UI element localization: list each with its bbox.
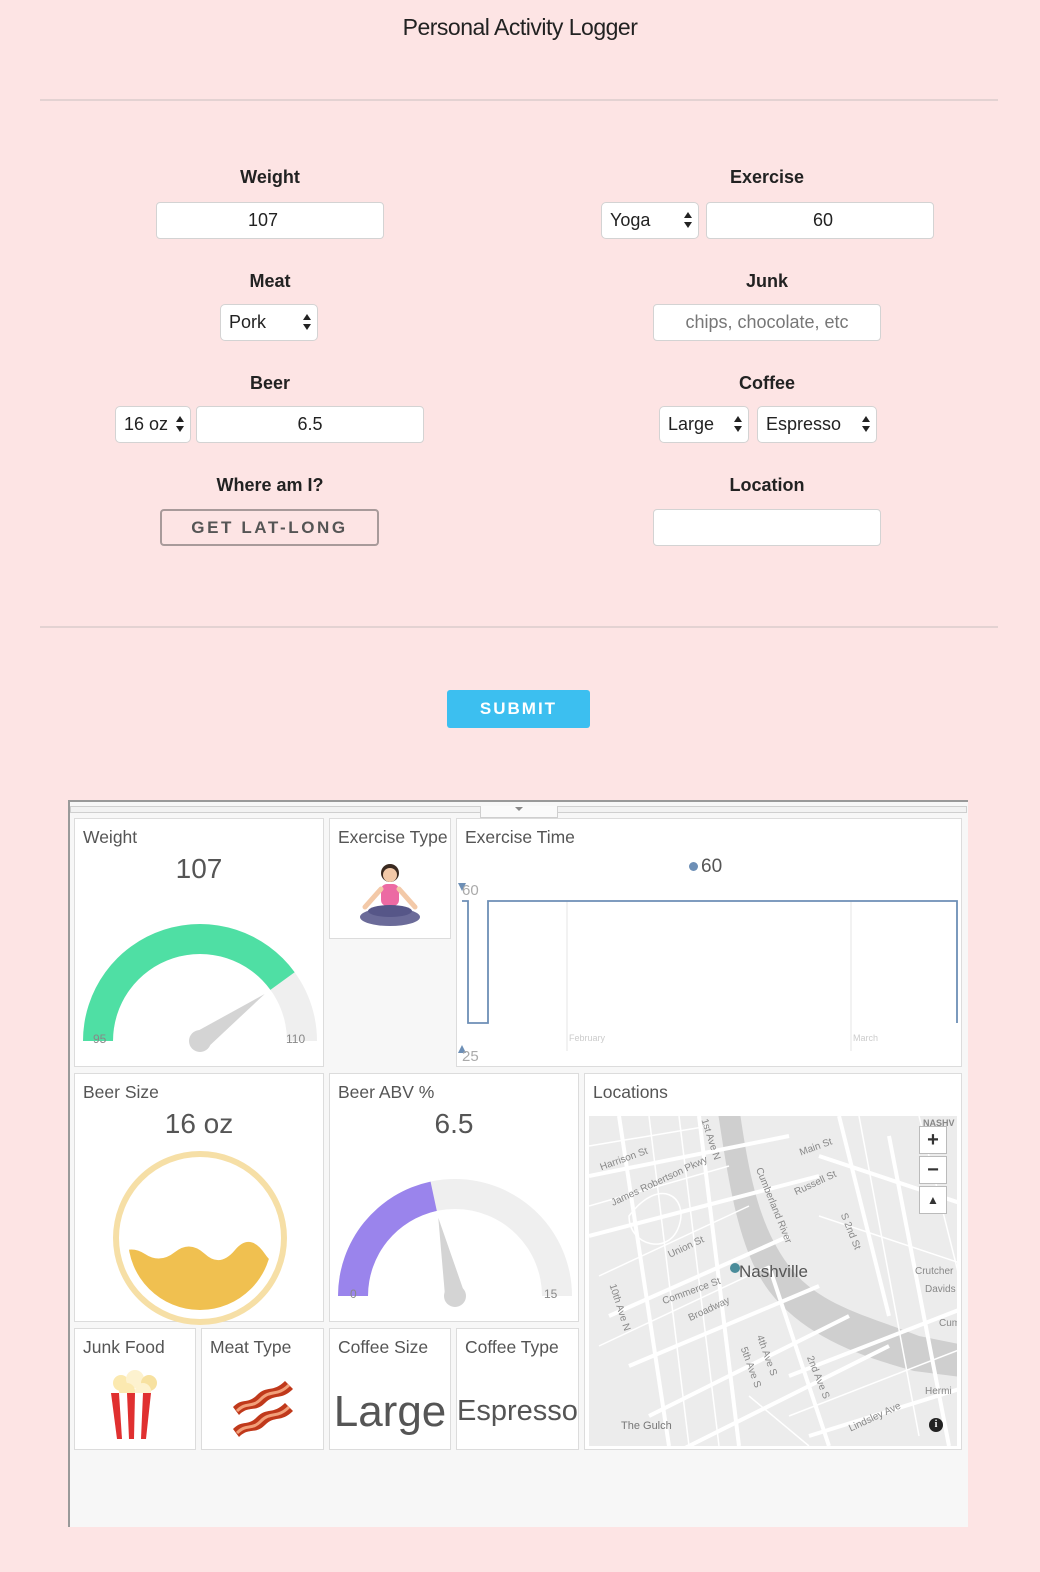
- meat-label: Meat: [249, 271, 291, 291]
- top-divider: [40, 99, 998, 101]
- location-input[interactable]: [653, 509, 881, 546]
- meat-type-tile-title: Meat Type: [210, 1337, 292, 1357]
- map[interactable]: Nashville Harrison St James Robertson Pk…: [589, 1116, 957, 1446]
- weight-input[interactable]: 107: [156, 202, 384, 239]
- map-street-label: Davids: [925, 1284, 956, 1295]
- get-lat-long-button[interactable]: GET LAT-LONG: [160, 509, 379, 546]
- exercise-time-series: [462, 900, 958, 1024]
- exercise-type-tile-title: Exercise Type: [338, 827, 448, 847]
- page-title: Personal Activity Logger: [402, 14, 638, 40]
- beer-abv-tile: Beer ABV % 6.5 0 15: [329, 1073, 579, 1322]
- weight-gauge-min: 95: [93, 1032, 107, 1046]
- coffee-type-tile-value: Espresso: [457, 1395, 578, 1427]
- beer-size-value: 16 oz: [124, 414, 169, 434]
- map-street-label: Crutcher: [915, 1266, 954, 1277]
- beer-abv-input[interactable]: 6.5: [196, 406, 424, 443]
- weight-gauge-max: 110: [286, 1032, 306, 1046]
- bacon-icon: [202, 1369, 323, 1446]
- map-zoom-in-button[interactable]: +: [919, 1126, 947, 1154]
- select-arrows-icon: [862, 416, 870, 432]
- locations-tile: Locations Nashville Harrison St James Ro…: [584, 1073, 962, 1450]
- exercise-time-tile: Exercise Time 60 60 25 February March: [456, 818, 962, 1067]
- x-tick-march: March: [853, 1033, 878, 1043]
- beer-size-tile: Beer Size 16 oz: [74, 1073, 324, 1325]
- dashboard-collapse-tab[interactable]: [480, 806, 558, 818]
- coffee-size-tile-title: Coffee Size: [338, 1337, 429, 1357]
- x-tick-february: February: [569, 1033, 606, 1043]
- meat-value: Pork: [229, 312, 267, 332]
- coffee-type-tile-title: Coffee Type: [465, 1337, 559, 1357]
- abv-gauge-min: 0: [350, 1287, 357, 1301]
- coffee-type-value: Espresso: [766, 414, 842, 434]
- weight-tile-value: 107: [175, 853, 223, 884]
- map-street-label: Cum: [939, 1318, 957, 1329]
- meat-type-tile: Meat Type: [201, 1328, 324, 1450]
- exercise-label: Exercise: [729, 167, 805, 187]
- meat-select[interactable]: Pork: [220, 304, 318, 341]
- exercise-type-value: Yoga: [610, 210, 651, 230]
- beer-fill-gauge: [113, 1151, 287, 1325]
- weight-tile-title: Weight: [83, 827, 138, 847]
- popcorn-icon: [75, 1369, 195, 1446]
- map-compass-button[interactable]: ▲: [919, 1186, 947, 1214]
- coffee-label: Coffee: [738, 373, 795, 393]
- beer-abv-tile-title: Beer ABV %: [338, 1082, 435, 1102]
- submit-button[interactable]: SUBMIT: [447, 690, 590, 728]
- dashboard: Weight 107 95 110 Exercise Type Exercise…: [68, 800, 968, 1527]
- coffee-size-value: Large: [668, 414, 715, 434]
- yoga-person-icon: [330, 859, 450, 934]
- exercise-minutes-input[interactable]: 60: [706, 202, 934, 239]
- junk-food-tile: Junk Food: [74, 1328, 196, 1450]
- beer-label: Beer: [249, 373, 291, 393]
- exercise-time-chart: 60 25 February March: [458, 882, 958, 1065]
- exercise-type-tile: Exercise Type: [329, 818, 451, 939]
- map-info-icon[interactable]: i: [929, 1418, 943, 1432]
- y-label-bottom: 25: [462, 1048, 479, 1065]
- junk-food-tile-title: Junk Food: [83, 1337, 165, 1357]
- select-arrows-icon: [734, 416, 742, 432]
- where-label: Where am I?: [216, 475, 324, 495]
- location-label: Location: [729, 475, 805, 495]
- coffee-type-select[interactable]: Espresso: [757, 406, 877, 443]
- coffee-size-tile-value: Large: [333, 1387, 447, 1436]
- beer-size-tile-value: 16 oz: [164, 1108, 234, 1139]
- exercise-type-select[interactable]: Yoga: [601, 202, 699, 239]
- abv-gauge: [338, 1179, 572, 1307]
- junk-label: Junk: [745, 271, 788, 291]
- junk-input[interactable]: chips, chocolate, etc: [653, 304, 881, 341]
- bottom-divider: [40, 626, 998, 628]
- map-street-label: The Gulch: [621, 1420, 672, 1432]
- select-arrows-icon: [684, 212, 692, 228]
- abv-gauge-max: 15: [544, 1287, 558, 1301]
- compass-icon: ▲: [927, 1193, 939, 1207]
- coffee-size-select[interactable]: Large: [659, 406, 749, 443]
- y-label-top: 60: [462, 882, 479, 899]
- beer-size-tile-title: Beer Size: [83, 1082, 159, 1102]
- coffee-size-tile: Coffee Size Large: [329, 1328, 451, 1450]
- beer-size-select[interactable]: 16 oz: [115, 406, 191, 443]
- weight-label: Weight: [240, 167, 300, 187]
- beer-abv-tile-value: 6.5: [434, 1108, 474, 1139]
- select-arrows-icon: [176, 416, 184, 432]
- select-arrows-icon: [303, 314, 311, 330]
- map-street-label: Hermi: [925, 1386, 952, 1397]
- map-city-label: Nashville: [739, 1262, 808, 1281]
- weight-tile: Weight 107 95 110: [74, 818, 324, 1067]
- locations-tile-title: Locations: [593, 1082, 668, 1102]
- coffee-type-tile: Coffee Type Espresso: [456, 1328, 579, 1450]
- map-zoom-out-button[interactable]: −: [919, 1156, 947, 1184]
